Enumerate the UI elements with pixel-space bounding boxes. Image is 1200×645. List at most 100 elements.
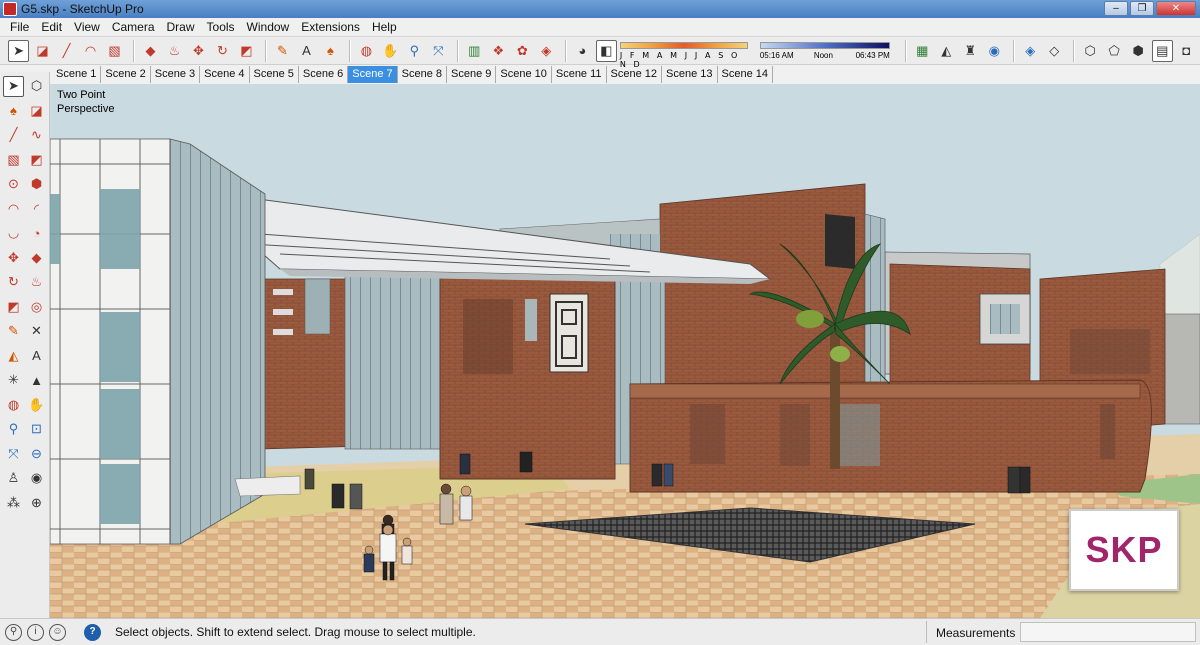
geolocation-icon[interactable]: ⚲ [5, 623, 22, 641]
text-tool-icon[interactable]: A [26, 345, 47, 366]
google-earth-icon[interactable]: ◉ [984, 40, 1005, 62]
select-tool-icon[interactable]: ➤ [8, 39, 30, 62]
tab-scene-6[interactable]: Scene 6 [299, 65, 349, 83]
toggle-terrain-icon[interactable]: ♜ [960, 40, 981, 62]
tab-scene-5[interactable]: Scene 5 [250, 65, 299, 83]
tab-scene-12[interactable]: Scene 12 [607, 65, 663, 83]
text-tool-icon[interactable]: A [296, 40, 317, 62]
3d-text-icon[interactable]: ▲ [26, 370, 47, 391]
scale-tool-icon[interactable]: ◩ [236, 40, 257, 62]
shaded-style-icon[interactable]: ⬢ [1128, 40, 1149, 62]
rotate-tool-icon[interactable]: ↻ [3, 272, 24, 293]
zoom-window-icon[interactable]: ⊡ [26, 419, 47, 440]
back-edges-style-icon[interactable]: ◇ [1044, 40, 1065, 62]
model-viewport[interactable]: Two Point Perspective SKP [50, 84, 1200, 618]
menu-tools[interactable]: Tools [201, 20, 241, 34]
push-pull-icon[interactable]: ◆ [140, 40, 161, 62]
follow-me-icon[interactable]: ♨ [26, 272, 47, 293]
close-button[interactable]: ✕ [1156, 1, 1196, 16]
arc-tool-icon[interactable]: ◠ [80, 40, 101, 62]
section-plane-icon[interactable]: ⊕ [26, 492, 47, 513]
menu-draw[interactable]: Draw [161, 20, 201, 34]
paint-bucket-icon[interactable]: ♠ [320, 40, 341, 62]
time-slider-track[interactable] [759, 41, 890, 49]
minimize-button[interactable]: – [1104, 1, 1128, 16]
help-icon[interactable]: ? [84, 623, 101, 641]
rotate-tool-icon[interactable]: ↻ [212, 40, 233, 62]
menu-edit[interactable]: Edit [35, 20, 68, 34]
eraser-tool-icon[interactable]: ◪ [26, 100, 47, 121]
circle-tool-icon[interactable]: ⊙ [3, 174, 24, 195]
dimension-tool-icon[interactable]: ✕ [26, 321, 47, 342]
shadow-month-slider[interactable]: J F M A M J J A S O N D [619, 39, 748, 69]
shaded-textures-style-icon[interactable]: ▤ [1151, 39, 1173, 62]
eraser-tool-icon[interactable]: ◪ [32, 40, 53, 62]
month-slider-track[interactable] [619, 41, 748, 49]
push-pull-icon[interactable]: ◆ [26, 247, 47, 268]
tape-measure-icon[interactable]: ✎ [272, 40, 293, 62]
orbit-tool-icon[interactable]: ◍ [356, 40, 377, 62]
send-to-layout-icon[interactable]: ◈ [536, 40, 557, 62]
walk-tool-icon[interactable]: ⁂ [3, 492, 24, 513]
shadow-time-slider[interactable]: 05:16 AM Noon 06:43 PM [759, 39, 890, 63]
tab-scene-4[interactable]: Scene 4 [200, 65, 250, 83]
scale-tool-icon[interactable]: ◩ [3, 296, 24, 317]
tab-scene-10[interactable]: Scene 10 [496, 65, 552, 83]
rectangle-tool-icon[interactable]: ▧ [104, 40, 125, 62]
menu-file[interactable]: File [4, 20, 35, 34]
select-tool-icon[interactable]: ➤ [3, 75, 24, 97]
follow-me-icon[interactable]: ♨ [164, 40, 185, 62]
fog-toggle-icon[interactable]: ◧ [595, 39, 617, 62]
tab-scene-2[interactable]: Scene 2 [101, 65, 151, 83]
line-tool-icon[interactable]: ╱ [3, 125, 24, 146]
location-icon[interactable]: ▦ [912, 40, 933, 62]
warehouse-icon[interactable]: ▥ [464, 40, 485, 62]
measurements-input[interactable] [1020, 622, 1196, 642]
menu-help[interactable]: Help [366, 20, 403, 34]
line-tool-icon[interactable]: ╱ [56, 40, 77, 62]
arc-tool-icon[interactable]: ◠ [3, 198, 24, 219]
pie-tool-icon[interactable]: ◔ [26, 223, 47, 244]
tab-scene-9[interactable]: Scene 9 [447, 65, 497, 83]
orbit-tool-icon[interactable]: ◍ [3, 394, 24, 415]
make-component-icon[interactable]: ⬡ [26, 76, 47, 97]
monochrome-style-icon[interactable]: ◘ [1176, 40, 1197, 62]
two-point-arc-icon[interactable]: ◜ [26, 198, 47, 219]
tape-measure-icon[interactable]: ✎ [3, 321, 24, 342]
look-around-icon[interactable]: ◉ [26, 468, 47, 489]
xray-style-icon[interactable]: ◈ [1020, 40, 1041, 62]
three-point-arc-icon[interactable]: ◡ [3, 223, 24, 244]
previous-view-icon[interactable]: ⊖ [26, 443, 47, 464]
user-account-icon[interactable]: ☺ [49, 623, 66, 641]
pan-tool-icon[interactable]: ✋ [26, 394, 47, 415]
zoom-tool-icon[interactable]: ⚲ [3, 419, 24, 440]
polygon-tool-icon[interactable]: ⬢ [26, 174, 47, 195]
axes-tool-icon[interactable]: ✳ [3, 370, 24, 391]
components-icon[interactable]: ❖ [488, 40, 509, 62]
rotated-rectangle-icon[interactable]: ◩ [26, 149, 47, 170]
zoom-extents-icon[interactable]: ⤧ [428, 40, 449, 62]
move-tool-icon[interactable]: ✥ [3, 247, 24, 268]
tab-scene-3[interactable]: Scene 3 [151, 65, 201, 83]
extension-warehouse-icon[interactable]: ✿ [512, 40, 533, 62]
move-tool-icon[interactable]: ✥ [188, 40, 209, 62]
offset-tool-icon[interactable]: ◎ [26, 296, 47, 317]
paint-bucket-icon[interactable]: ♠ [3, 100, 24, 121]
freehand-tool-icon[interactable]: ∿ [26, 125, 47, 146]
wireframe-style-icon[interactable]: ⬡ [1080, 40, 1101, 62]
tab-scene-14[interactable]: Scene 14 [718, 65, 773, 83]
hidden-line-style-icon[interactable]: ⬠ [1104, 40, 1125, 62]
protractor-icon[interactable]: ◭ [3, 345, 24, 366]
position-camera-icon[interactable]: ♙ [3, 468, 24, 489]
tab-scene-8[interactable]: Scene 8 [398, 65, 447, 83]
zoom-extents-icon[interactable]: ⤧ [3, 443, 24, 464]
pan-tool-icon[interactable]: ✋ [380, 40, 401, 62]
restore-button[interactable]: ❐ [1130, 1, 1154, 16]
tab-scene-7[interactable]: Scene 7 [348, 65, 398, 83]
menu-extensions[interactable]: Extensions [295, 20, 366, 34]
shadows-toggle-icon[interactable]: ◕ [572, 40, 593, 62]
credits-icon[interactable]: i [27, 623, 44, 641]
tab-scene-1[interactable]: Scene 1 [52, 65, 102, 83]
photo-textures-icon[interactable]: ◭ [936, 40, 957, 62]
tab-scene-11[interactable]: Scene 11 [552, 65, 607, 83]
